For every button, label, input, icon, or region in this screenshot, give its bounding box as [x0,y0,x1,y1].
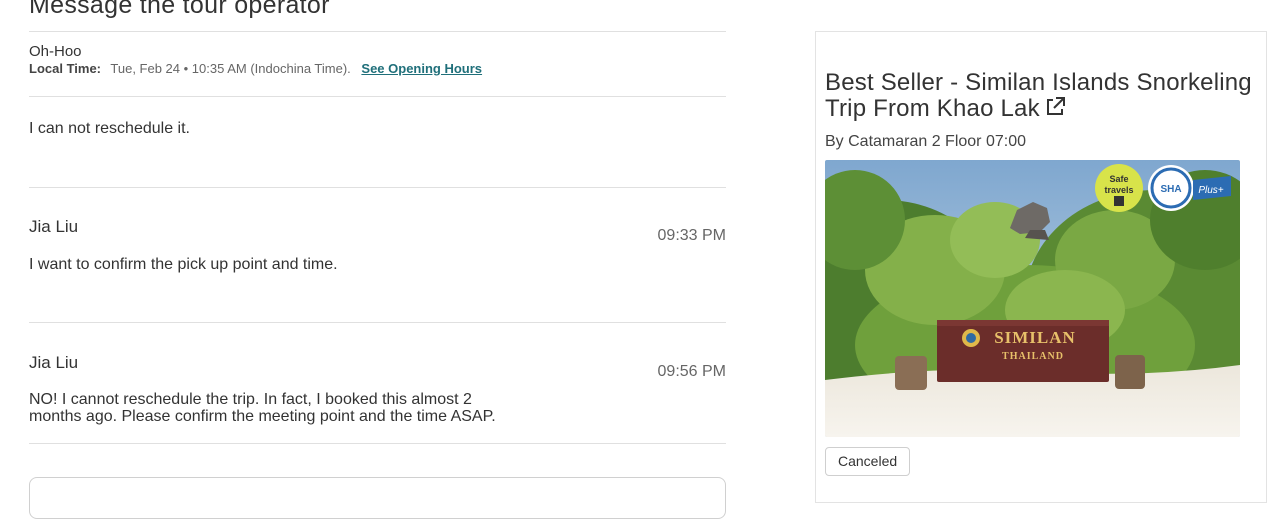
divider [29,443,726,444]
divider [29,96,726,97]
booking-date-line [825,482,1225,488]
divider [29,322,726,323]
external-link-icon[interactable] [1044,96,1066,118]
booking-title-text[interactable]: Best Seller - Similan Islands Snorkeling… [825,69,1252,122]
tour-photo: SIMILAN THAILAND Safe travels SHA Plus+ [825,160,1240,437]
see-opening-hours-link[interactable]: See Opening Hours [361,61,482,76]
page-title: Message the tour operator [29,0,330,19]
badge-safe-text: Safe [1109,174,1128,184]
status-badge: Canceled [825,447,911,476]
sign-similan-text: SIMILAN [994,328,1076,347]
booking-title[interactable]: Best Seller - Similan Islands Snorkeling… [825,70,1255,122]
message-sender: Jia Liu [29,353,79,372]
booking-subtitle: By Catamaran 2 Floor 07:00 [825,133,1026,150]
svg-text:travels: travels [1104,185,1133,195]
message-text: I want to confirm the pick up point and … [29,256,338,273]
message-text: NO! I cannot reschedule the trip. In fac… [29,391,496,425]
local-time-value: Tue, Feb 24 • 10:35 AM (Indochina Time). [110,61,351,76]
message-text: I can not reschedule it. [29,120,190,137]
badge-plus-text: Plus+ [1198,185,1223,196]
message-compose-input[interactable] [29,477,726,519]
sign-thailand-text: THAILAND [1002,351,1064,362]
message-sender: Jia Liu [29,217,79,236]
divider [29,187,726,188]
badge-sha-text: SHA [1160,184,1181,195]
local-time-label: Local Time: [29,61,102,76]
message-time: 09:33 PM [657,227,726,244]
operator-name: Oh-Hoo [29,43,82,60]
divider [29,31,726,32]
message-time: 09:56 PM [657,363,726,380]
local-time-row: Local Time: Tue, Feb 24 • 10:35 AM (Indo… [29,61,482,76]
